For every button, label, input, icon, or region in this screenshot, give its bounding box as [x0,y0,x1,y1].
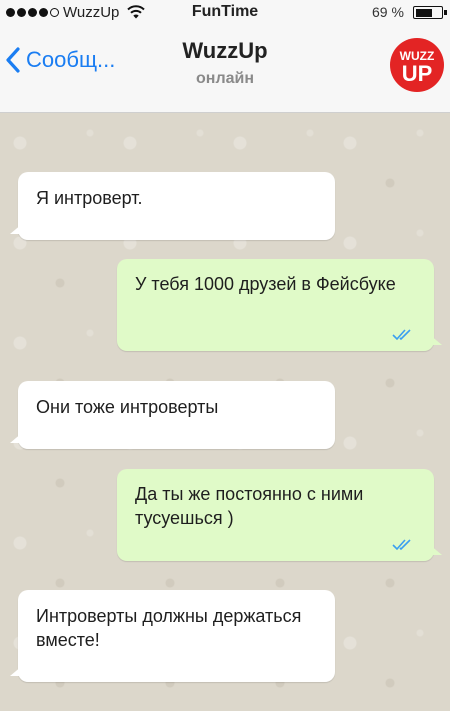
chat-area[interactable]: Я интроверт. У тебя 1000 друзей в Фейсбу… [0,113,450,711]
phone-screen: WuzzUp FunTime 69 % Сообщ... WuzzUp онла… [0,0,450,711]
message-outgoing[interactable]: У тебя 1000 друзей в Фейсбуке [117,259,442,351]
double-check-icon [392,539,411,551]
chat-header: Сообщ... WuzzUp онлайн WUZZ UP [0,26,450,113]
message-text: Они тоже интроверты [36,397,219,417]
message-incoming[interactable]: Интроверты должны держаться вместе! [10,590,335,682]
battery-icon [413,6,447,19]
svg-text:UP: UP [402,61,433,86]
message-outgoing[interactable]: Да ты же постоянно с ними тусуешься ) [117,469,442,561]
message-incoming[interactable]: Я интроверт. [10,172,335,240]
contact-avatar-logo[interactable]: WUZZ UP [389,37,445,93]
double-check-icon [392,329,411,341]
status-bar: WuzzUp FunTime 69 % [0,0,450,26]
contact-name: WuzzUp [182,38,268,63]
message-text: Я интроверт. [36,188,143,208]
message-text: Да ты же постоянно с ними тусуешься ) [135,484,364,528]
message-text: Интроверты должны держаться вместе! [36,606,302,650]
message-incoming[interactable]: Они тоже интроверты [10,381,335,449]
battery-percent: 69 % [372,4,404,20]
contact-info[interactable]: WuzzUp онлайн [0,38,450,88]
contact-status: онлайн [196,70,254,87]
message-text: У тебя 1000 друзей в Фейсбуке [135,274,396,294]
